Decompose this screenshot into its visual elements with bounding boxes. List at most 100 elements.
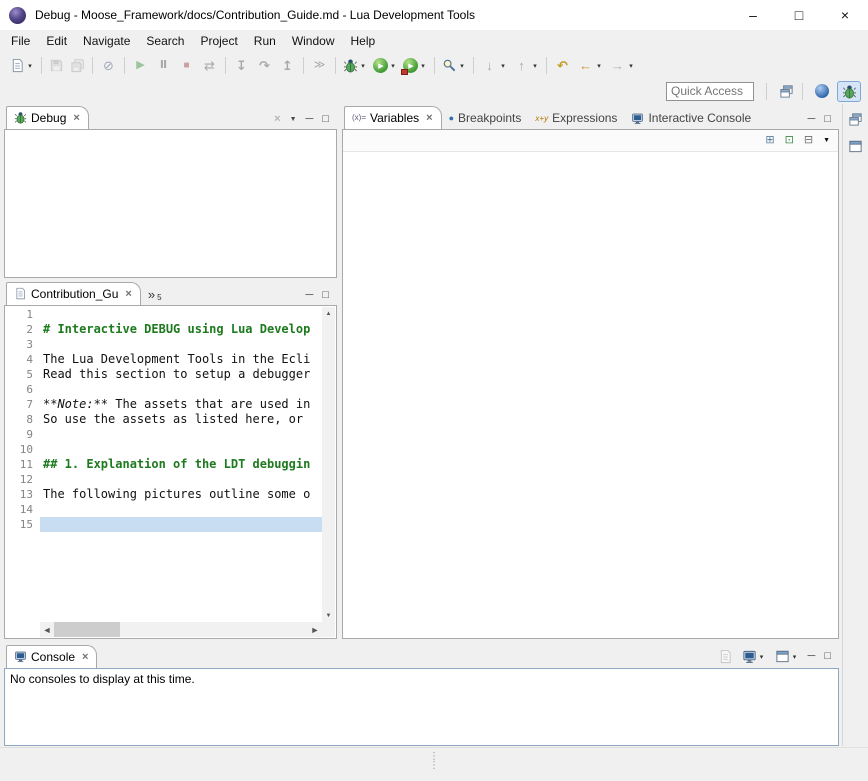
view-menu-icon[interactable]: ▼ [823,137,830,144]
minimize-view-icon[interactable]: ─ [306,114,314,125]
tab-interactive-console[interactable]: Interactive Console [624,107,758,129]
forward-button[interactable]: → ▾ [606,55,638,77]
menu-run[interactable]: Run [246,31,284,51]
chevron-down-icon[interactable]: ▾ [595,62,603,70]
tab-breakpoints[interactable]: ● Breakpoints [442,107,529,129]
menu-project[interactable]: Project [192,31,245,51]
tab-variables[interactable]: (x)= Variables × [344,106,442,129]
terminate-button[interactable]: ■ [175,55,198,77]
menu-navigate[interactable]: Navigate [75,31,138,51]
chevron-down-icon[interactable]: ▾ [458,62,466,70]
tab-contribution-guide[interactable]: Contribution_Gu × [6,282,141,305]
chevron-down-icon[interactable]: ▾ [359,62,367,70]
line-number: 7 [6,397,40,412]
maximize-view-icon[interactable]: □ [824,114,831,125]
use-step-filters-button[interactable]: ≫ [308,55,331,77]
step-return-button[interactable]: ↥ [276,55,299,77]
menu-help[interactable]: Help [343,31,384,51]
ldt-perspective-button[interactable] [810,81,834,102]
chevron-down-icon[interactable]: ▾ [758,653,766,661]
chevron-down-icon[interactable]: ▾ [499,62,507,70]
open-console-button[interactable]: ▾ [775,649,799,664]
scroll-left-icon[interactable]: ◄ [40,625,54,635]
editor-gutter[interactable]: 1 2 3 4 5 6 7 8 9 10 11 12 13 14 15 [6,307,40,622]
display-console-icon [742,649,757,664]
close-icon[interactable]: × [73,112,79,124]
display-console-button[interactable]: ▾ [742,649,766,664]
close-icon[interactable]: × [426,112,432,124]
new-button[interactable]: ▾ [7,55,37,77]
remove-terminated-icon[interactable]: × [274,114,280,125]
hidden-editors-chevron[interactable]: » 5 [141,283,169,305]
show-logical-structures-icon[interactable]: ⊡ [785,135,794,146]
chevron-down-icon[interactable]: ▾ [26,62,34,70]
show-type-names-icon[interactable]: ⊞ [765,135,774,146]
disconnect-button[interactable]: ⇄ [198,55,221,77]
debug-button[interactable]: ▾ [340,55,370,77]
previous-annotation-button[interactable]: ↑ ▾ [510,55,542,77]
step-into-button[interactable]: ↧ [230,55,253,77]
next-annotation-button[interactable]: ↓ ▾ [478,55,510,77]
close-icon[interactable]: × [82,651,88,663]
minimize-view-icon[interactable]: ─ [808,651,816,662]
window-close-button[interactable]: × [822,0,868,30]
maximize-view-icon[interactable]: □ [322,114,329,125]
restore-views-icon[interactable] [848,112,863,127]
scroll-down-icon[interactable]: ▼ [322,609,335,622]
chevron-down-icon[interactable]: ▾ [627,62,635,70]
scrollbar-thumb[interactable] [54,622,120,637]
horizontal-scrollbar[interactable]: ◄ ► [40,622,322,637]
menu-search[interactable]: Search [138,31,192,51]
chevron-down-icon[interactable]: ▾ [791,653,799,661]
scroll-right-icon[interactable]: ► [308,625,322,635]
tab-expressions[interactable]: x+y Expressions [528,107,624,129]
vertical-scrollbar[interactable]: ▲ ▼ [322,307,335,622]
menu-edit[interactable]: Edit [38,31,75,51]
window-minimize-button[interactable]: – [730,0,776,30]
save-all-button[interactable] [67,55,88,77]
search-button[interactable]: ▾ [439,55,469,77]
toolbar-separator [303,57,304,74]
step-over-button[interactable]: ↷ [253,55,276,77]
chevron-down-icon[interactable]: ▾ [419,62,427,70]
editor-view: Contribution_Gu × » 5 ─ □ 1 2 3 4 5 6 7 … [4,282,337,639]
view-menu-icon[interactable]: ▼ [290,116,297,123]
app-icon [9,7,26,24]
minimized-view-icon[interactable] [848,139,863,154]
chevron-down-icon[interactable]: ▾ [389,62,397,70]
maximize-view-icon[interactable]: □ [322,290,329,301]
run-button[interactable]: ▶ ▾ [370,55,400,77]
resume-button[interactable]: ▶ [129,55,152,77]
open-perspective-button[interactable] [774,81,798,102]
variables-view-content[interactable]: ⊞ ⊡ ⊟ ▼ [342,129,839,639]
interactive-console-icon [631,112,644,125]
last-edit-location-button[interactable]: ↶ [551,55,574,77]
maximize-view-icon[interactable]: □ [824,651,831,662]
console-content[interactable]: No consoles to display at this time. [4,668,839,746]
toolbar-separator [124,57,125,74]
save-button[interactable] [46,55,67,77]
skip-breakpoints-button[interactable]: ⊘ [97,55,120,77]
close-icon[interactable]: × [125,288,131,300]
debug-perspective-button[interactable] [837,81,861,102]
tab-debug[interactable]: Debug × [6,106,89,129]
scroll-up-icon[interactable]: ▲ [322,307,335,320]
chevron-down-icon[interactable]: ▾ [531,62,539,70]
external-tools-button[interactable]: ▶ ▾ [400,55,430,77]
minimize-view-icon[interactable]: ─ [808,114,816,125]
code-area[interactable]: # Interactive DEBUG using Lua Develop Th… [40,307,322,622]
suspend-button[interactable]: Ⅱ [152,55,175,77]
line-number: 4 [6,352,40,367]
collapse-all-icon[interactable]: ⊟ [804,135,813,146]
quick-access-input[interactable] [666,82,754,101]
menu-file[interactable]: File [3,31,38,51]
new-console-icon[interactable] [718,649,733,664]
tab-console[interactable]: Console × [6,645,97,668]
minimize-view-icon[interactable]: ─ [306,290,314,301]
window-maximize-button[interactable]: □ [776,0,822,30]
toolbar-separator [546,57,547,74]
debug-view-content[interactable] [4,129,337,278]
back-button[interactable]: ← ▾ [574,55,606,77]
menu-window[interactable]: Window [284,31,343,51]
resize-grip[interactable]: ⋮ ⋮ [429,752,439,770]
